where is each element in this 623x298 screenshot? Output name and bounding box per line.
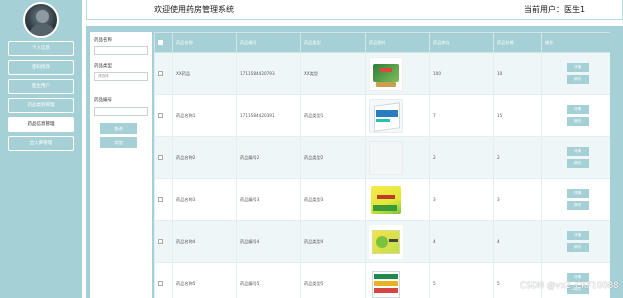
- colorful-medicine-box-image[interactable]: [369, 266, 403, 298]
- page-title: 欢迎使用药房管理系统: [154, 5, 234, 14]
- code-label: 药品编号: [94, 98, 112, 103]
- name-input[interactable]: [94, 46, 148, 55]
- cell-type: 药品类型2: [300, 136, 366, 179]
- avatar-body: [30, 24, 55, 36]
- detail-button[interactable]: 详情: [566, 231, 589, 240]
- detail-button[interactable]: 详情: [566, 189, 589, 198]
- cell-price: 4: [493, 220, 542, 263]
- cell-type: XX类型: [300, 52, 366, 95]
- row-checkbox[interactable]: [158, 154, 163, 160]
- header-name: 药品名称: [172, 32, 237, 53]
- header-actions: 操作: [541, 32, 610, 53]
- header-image: 药品图片: [365, 32, 430, 53]
- current-user: 当前用户：医生1: [524, 5, 586, 14]
- csdn-watermark: CSDN @vx2_CKF10088: [520, 281, 619, 291]
- sidebar-item-categories[interactable]: 药品类别管理: [8, 98, 74, 113]
- cell-stock: 7: [429, 94, 494, 137]
- cell-type: 药品类型5: [300, 262, 366, 298]
- cell-stock: 4: [429, 220, 494, 263]
- cell-stock: 5: [429, 262, 494, 298]
- type-label: 药品类型: [94, 64, 112, 69]
- table-row: 药品名称4 药品编号4 药品类型4 4 4 详情 修改: [154, 220, 610, 263]
- sidebar-item-doctors[interactable]: 医生用户: [8, 79, 74, 94]
- main-area: 药品名称 药品类型 请选择 药品编号 查询 添加 药品名称 药品编号 药品类型 …: [86, 26, 623, 298]
- add-button[interactable]: 添加: [100, 137, 137, 148]
- cell-name: 药品名称2: [172, 136, 237, 179]
- header-code: 药品编号: [236, 32, 301, 53]
- cell-price: 2: [493, 136, 542, 179]
- edit-button[interactable]: 修改: [566, 117, 589, 126]
- medicine-table-wrap: 药品名称 药品编号 药品类型 药品图片 药品库存 药品价格 操作 XX药品 17…: [154, 32, 610, 298]
- row-checkbox[interactable]: [158, 70, 163, 76]
- cell-code: 药品编号5: [236, 262, 301, 298]
- edit-button[interactable]: 修改: [566, 75, 589, 84]
- cell-name: 药品名称1: [172, 94, 237, 137]
- search-button[interactable]: 查询: [100, 123, 137, 134]
- header-stock: 药品库存: [429, 32, 494, 53]
- yellow-green-box-image[interactable]: [369, 224, 403, 259]
- name-label: 药品名称: [94, 38, 112, 43]
- table-row: 药品名称1 1711584420391 药品类型1 7 15 详情 修改: [154, 94, 610, 137]
- edit-button[interactable]: 修改: [566, 201, 589, 210]
- code-input[interactable]: [94, 107, 148, 116]
- type-select[interactable]: 请选择: [94, 72, 148, 81]
- avatar[interactable]: [23, 2, 59, 38]
- empty-image-placeholder[interactable]: [369, 140, 403, 175]
- cell-price: 15: [493, 94, 542, 137]
- table-row: 药品名称3 药品编号3 药品类型3 3 3 详情 修改: [154, 178, 610, 221]
- sidebar-item-stock[interactable]: 出入库管理: [8, 136, 74, 151]
- herbal-tea-box-image[interactable]: [369, 56, 403, 91]
- sidebar: 个人信息 密码修改 医生用户 药品类别管理 药品信息管理 出入库管理: [0, 0, 82, 298]
- cell-name: XX药品: [172, 52, 237, 95]
- cell-code: 药品编号2: [236, 136, 301, 179]
- cell-code: 药品编号3: [236, 178, 301, 221]
- cell-code: 1711584420391: [236, 94, 301, 137]
- header: 欢迎使用药房管理系统 当前用户：医生1: [86, 0, 623, 20]
- edit-button[interactable]: 修改: [566, 243, 589, 252]
- cell-name: 药品名称3: [172, 178, 237, 221]
- cell-stock: 3: [429, 178, 494, 221]
- row-checkbox[interactable]: [158, 112, 163, 118]
- detail-button[interactable]: 详情: [566, 105, 589, 114]
- medicine-table: 药品名称 药品编号 药品类型 药品图片 药品库存 药品价格 操作 XX药品 17…: [154, 32, 610, 298]
- cell-stock: 2: [429, 136, 494, 179]
- detail-button[interactable]: 详情: [566, 147, 589, 156]
- row-checkbox[interactable]: [158, 280, 163, 286]
- yellow-medicine-box-image[interactable]: [369, 182, 403, 217]
- cell-stock: 100: [429, 52, 494, 95]
- cell-price: 3: [493, 178, 542, 221]
- header-select-all[interactable]: [154, 32, 173, 53]
- table-header-row: 药品名称 药品编号 药品类型 药品图片 药品库存 药品价格 操作: [154, 32, 610, 53]
- row-checkbox[interactable]: [158, 238, 163, 244]
- row-checkbox[interactable]: [158, 196, 163, 202]
- cell-name: 药品名称5: [172, 262, 237, 298]
- avatar-head: [36, 10, 49, 23]
- table-row: XX药品 1711584420793 XX类型 100 10 详情 修改: [154, 52, 610, 95]
- cell-type: 药品类型3: [300, 178, 366, 221]
- cell-code: 1711584420793: [236, 52, 301, 95]
- cell-price: 10: [493, 52, 542, 95]
- cell-name: 药品名称4: [172, 220, 237, 263]
- table-row: 药品名称2 药品编号2 药品类型2 2 2 详情 修改: [154, 136, 610, 179]
- filter-panel: 药品名称 药品类型 请选择 药品编号 查询 添加: [90, 32, 152, 298]
- header-price: 药品价格: [493, 32, 542, 53]
- edit-button[interactable]: 修改: [566, 159, 589, 168]
- cell-type: 药品类型1: [300, 94, 366, 137]
- header-type: 药品类型: [300, 32, 366, 53]
- sidebar-item-password[interactable]: 密码修改: [8, 60, 74, 75]
- sidebar-item-medicines[interactable]: 药品信息管理: [8, 117, 74, 132]
- cell-type: 药品类型4: [300, 220, 366, 263]
- detail-button[interactable]: 详情: [566, 63, 589, 72]
- sidebar-item-profile[interactable]: 个人信息: [8, 41, 74, 56]
- blue-medicine-box-image[interactable]: [369, 98, 403, 133]
- select-all-checkbox[interactable]: [158, 39, 163, 45]
- cell-code: 药品编号4: [236, 220, 301, 263]
